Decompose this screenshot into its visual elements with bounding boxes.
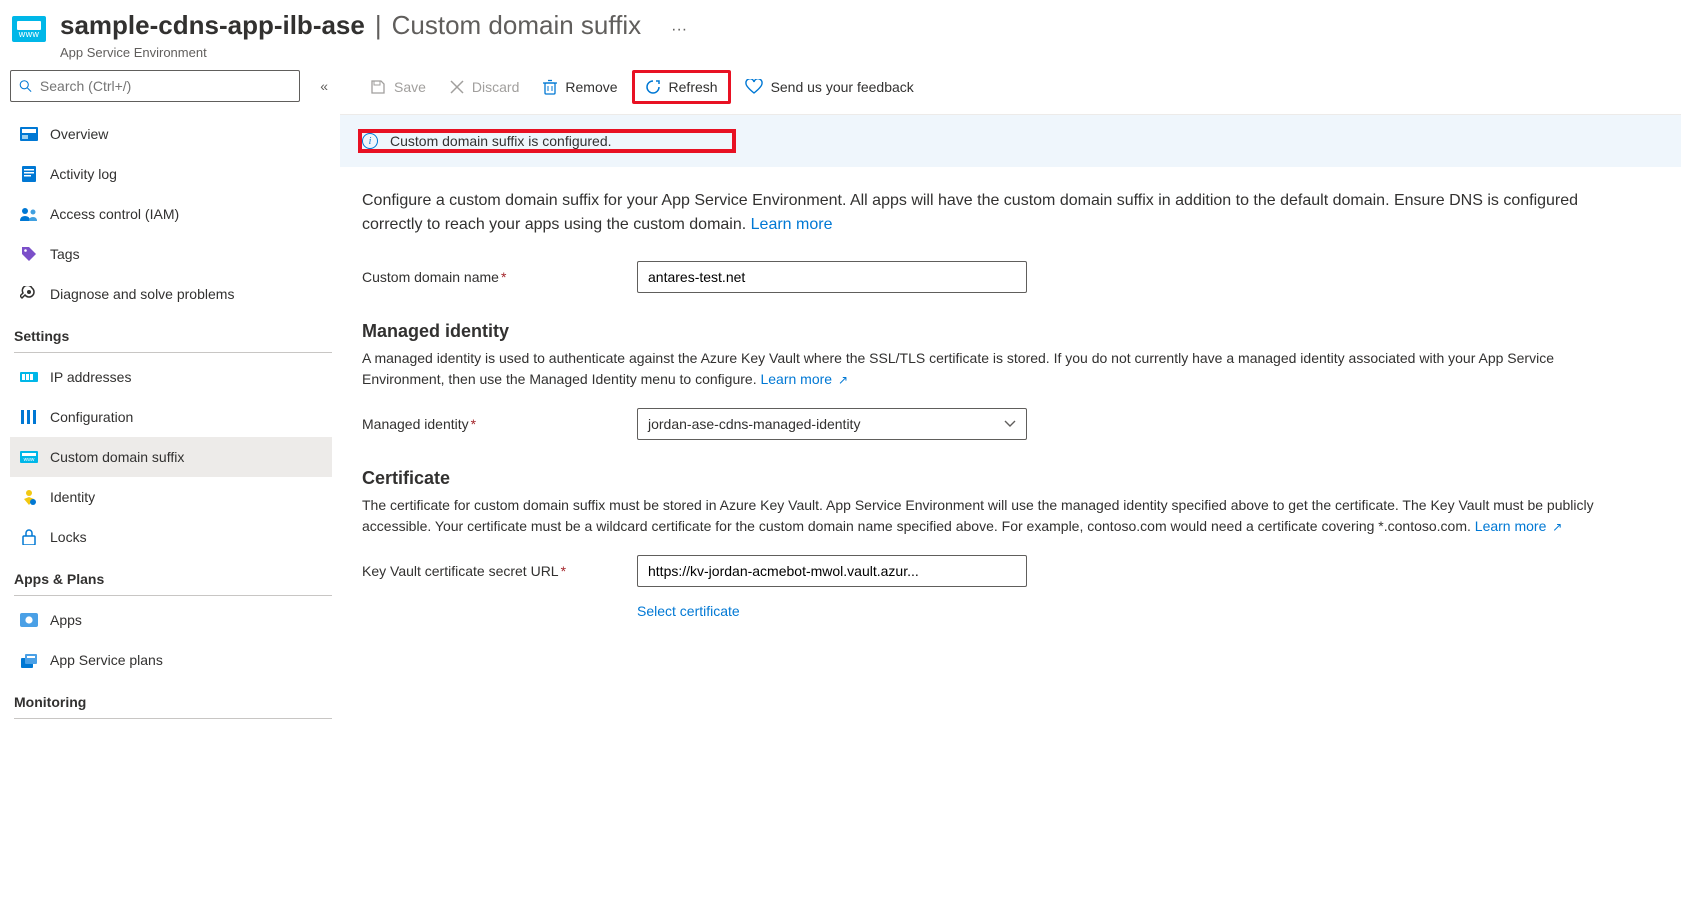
plans-icon bbox=[20, 651, 38, 669]
sidebar-item-label: Identity bbox=[50, 489, 95, 505]
banner-text: Custom domain suffix is configured. bbox=[390, 133, 612, 149]
refresh-label: Refresh bbox=[669, 79, 718, 95]
sidebar-item-diagnose[interactable]: Diagnose and solve problems bbox=[10, 274, 332, 314]
sidebar-item-locks[interactable]: Locks bbox=[10, 517, 332, 557]
sidebar: « Overview Activity log Access control (… bbox=[0, 60, 340, 916]
diagnose-icon bbox=[20, 285, 38, 303]
feedback-button[interactable]: Send us your feedback bbox=[735, 73, 924, 101]
learn-more-link[interactable]: Learn more bbox=[751, 216, 833, 233]
identity-learn-more-link[interactable]: Learn more ↗ bbox=[760, 371, 848, 387]
activity-log-icon bbox=[20, 165, 38, 183]
refresh-icon bbox=[645, 79, 661, 95]
sidebar-item-label: Locks bbox=[50, 529, 87, 545]
app-service-env-icon bbox=[12, 16, 46, 42]
domain-name-label: Custom domain name* bbox=[362, 269, 637, 285]
discard-button: Discard bbox=[440, 73, 529, 101]
domain-icon: www bbox=[20, 448, 38, 466]
managed-identity-select[interactable]: jordan-ase-cdns-managed-identity bbox=[637, 408, 1027, 440]
external-link-icon: ↗ bbox=[838, 373, 848, 387]
sidebar-item-custom-domain-suffix[interactable]: www Custom domain suffix bbox=[10, 437, 332, 477]
sidebar-item-label: Configuration bbox=[50, 409, 133, 425]
collapse-sidebar-button[interactable]: « bbox=[316, 74, 332, 98]
sidebar-section-apps-plans: Apps & Plans bbox=[10, 557, 332, 591]
sidebar-item-apps[interactable]: Apps bbox=[10, 600, 332, 640]
identity-value: jordan-ase-cdns-managed-identity bbox=[648, 416, 860, 432]
info-icon: i bbox=[362, 133, 378, 149]
save-label: Save bbox=[394, 79, 426, 95]
identity-icon bbox=[20, 488, 38, 506]
sidebar-item-overview[interactable]: Overview bbox=[10, 114, 332, 154]
refresh-button[interactable]: Refresh bbox=[632, 70, 731, 104]
feedback-label: Send us your feedback bbox=[771, 79, 914, 95]
sidebar-item-label: Activity log bbox=[50, 166, 117, 182]
remove-button[interactable]: Remove bbox=[533, 73, 627, 101]
identity-description: A managed identity is used to authentica… bbox=[362, 348, 1598, 390]
status-banner: i Custom domain suffix is configured. bbox=[340, 115, 1681, 167]
sidebar-item-identity[interactable]: Identity bbox=[10, 477, 332, 517]
sidebar-item-label: Apps bbox=[50, 612, 82, 628]
sidebar-item-app-service-plans[interactable]: App Service plans bbox=[10, 640, 332, 680]
page-title: sample-cdns-app-ilb-ase | Custom domain … bbox=[60, 10, 695, 43]
remove-label: Remove bbox=[565, 79, 617, 95]
page-name: Custom domain suffix bbox=[392, 10, 642, 41]
sidebar-item-activity-log[interactable]: Activity log bbox=[10, 154, 332, 194]
ip-icon bbox=[20, 368, 38, 386]
cert-learn-more-link[interactable]: Learn more ↗ bbox=[1475, 518, 1563, 534]
tags-icon bbox=[20, 245, 38, 263]
discard-icon bbox=[450, 80, 464, 94]
sidebar-section-settings: Settings bbox=[10, 314, 332, 348]
more-actions-button[interactable]: ··· bbox=[663, 17, 695, 43]
trash-icon bbox=[543, 79, 557, 95]
save-button: Save bbox=[360, 73, 436, 101]
cert-url-input[interactable] bbox=[637, 555, 1027, 587]
iam-icon bbox=[20, 205, 38, 223]
lock-icon bbox=[20, 528, 38, 546]
apps-icon bbox=[20, 611, 38, 629]
description: Configure a custom domain suffix for you… bbox=[362, 189, 1598, 237]
save-icon bbox=[370, 79, 386, 95]
sidebar-item-label: Access control (IAM) bbox=[50, 206, 179, 222]
sidebar-item-label: App Service plans bbox=[50, 652, 163, 668]
custom-domain-input[interactable] bbox=[637, 261, 1027, 293]
configuration-icon bbox=[20, 408, 38, 426]
identity-heading: Managed identity bbox=[362, 321, 1598, 342]
sidebar-item-tags[interactable]: Tags bbox=[10, 234, 332, 274]
sidebar-item-label: Overview bbox=[50, 126, 108, 142]
sidebar-section-monitoring: Monitoring bbox=[10, 680, 332, 714]
search-input[interactable] bbox=[40, 78, 291, 94]
identity-label: Managed identity* bbox=[362, 416, 637, 432]
sidebar-item-access-control[interactable]: Access control (IAM) bbox=[10, 194, 332, 234]
overview-icon bbox=[20, 125, 38, 143]
sidebar-search[interactable] bbox=[10, 70, 300, 102]
certificate-heading: Certificate bbox=[362, 468, 1598, 489]
sidebar-item-label: Custom domain suffix bbox=[50, 449, 184, 465]
select-certificate-link[interactable]: Select certificate bbox=[637, 603, 740, 619]
sidebar-item-label: IP addresses bbox=[50, 369, 131, 385]
svg-text:www: www bbox=[24, 457, 35, 463]
sidebar-item-ip-addresses[interactable]: IP addresses bbox=[10, 357, 332, 397]
certificate-description: The certificate for custom domain suffix… bbox=[362, 495, 1598, 537]
heart-icon bbox=[745, 79, 763, 95]
sidebar-item-label: Tags bbox=[50, 246, 80, 262]
resource-type: App Service Environment bbox=[60, 45, 695, 60]
cert-url-label: Key Vault certificate secret URL* bbox=[362, 563, 637, 579]
resource-name: sample-cdns-app-ilb-ase bbox=[60, 10, 365, 41]
sidebar-item-label: Diagnose and solve problems bbox=[50, 286, 234, 302]
discard-label: Discard bbox=[472, 79, 519, 95]
sidebar-item-configuration[interactable]: Configuration bbox=[10, 397, 332, 437]
external-link-icon: ↗ bbox=[1552, 520, 1562, 534]
toolbar: Save Discard Remove Refresh Send us your… bbox=[340, 60, 1681, 115]
chevron-down-icon bbox=[1004, 420, 1016, 428]
search-icon bbox=[19, 79, 32, 93]
